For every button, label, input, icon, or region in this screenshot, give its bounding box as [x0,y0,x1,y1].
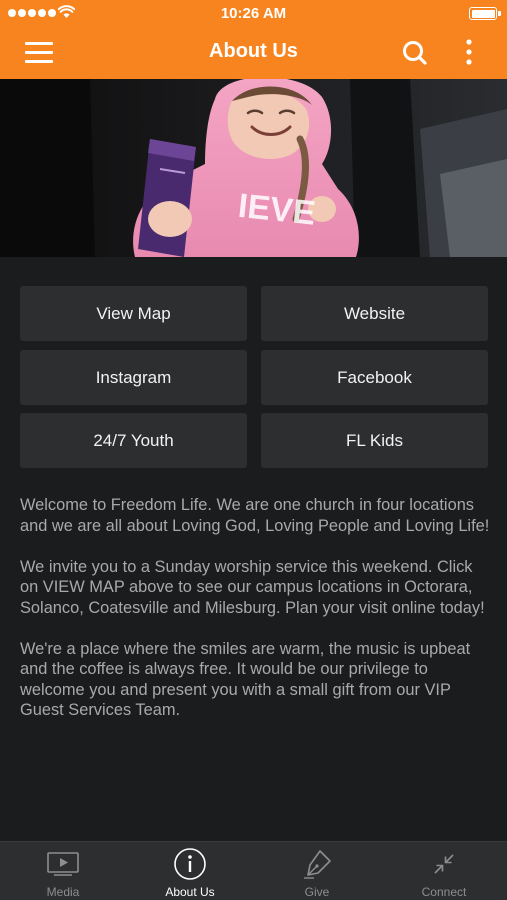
youth-button[interactable]: 24/7 Youth [20,413,247,468]
tab-label: Media [46,885,80,899]
more-options-button[interactable] [454,36,484,70]
hamburger-menu-icon [25,42,53,45]
about-paragraph-place: We're a place where the smiles are warm,… [20,639,471,720]
more-vertical-icon [466,39,472,65]
view-map-button[interactable]: View Map [20,286,247,341]
tab-give[interactable]: Give [254,842,380,900]
tab-label: Connect [421,885,467,899]
tab-label: About Us [165,885,215,899]
hero-image: IEVE [0,79,507,257]
app-bar: About Us [0,26,507,79]
video-play-icon [47,852,79,876]
about-paragraph-invite: We invite you to a Sunday worship servic… [20,557,485,617]
tab-connect[interactable]: Connect [381,842,507,900]
tab-about-us[interactable]: About Us [127,842,253,900]
menu-button[interactable] [14,36,64,70]
instagram-button[interactable]: Instagram [20,350,247,405]
bottom-tab-bar: Media About Us Give Connect [0,841,507,900]
search-icon [403,41,427,65]
about-paragraph-welcome: Welcome to Freedom Life. We are one chur… [20,496,490,535]
connect-arrows-icon [434,854,454,874]
battery-level [471,9,495,18]
tab-label: Give [304,885,330,899]
status-bar: 10:26 AM [0,0,507,26]
search-button[interactable] [398,36,432,70]
pen-nib-icon [304,850,331,879]
fl-kids-button[interactable]: FL Kids [261,413,488,468]
svg-text:IEVE: IEVE [236,187,317,233]
facebook-button[interactable]: Facebook [261,350,488,405]
link-button-grid: View Map Website Instagram Facebook 24/7… [20,286,488,468]
info-icon [174,848,206,880]
status-time: 10:26 AM [220,5,287,22]
website-button[interactable]: Website [261,286,488,341]
battery-icon [469,7,497,20]
battery-tip [498,11,501,16]
tab-media[interactable]: Media [0,842,126,900]
about-description: Welcome to Freedom Life. We are one chur… [20,495,490,741]
